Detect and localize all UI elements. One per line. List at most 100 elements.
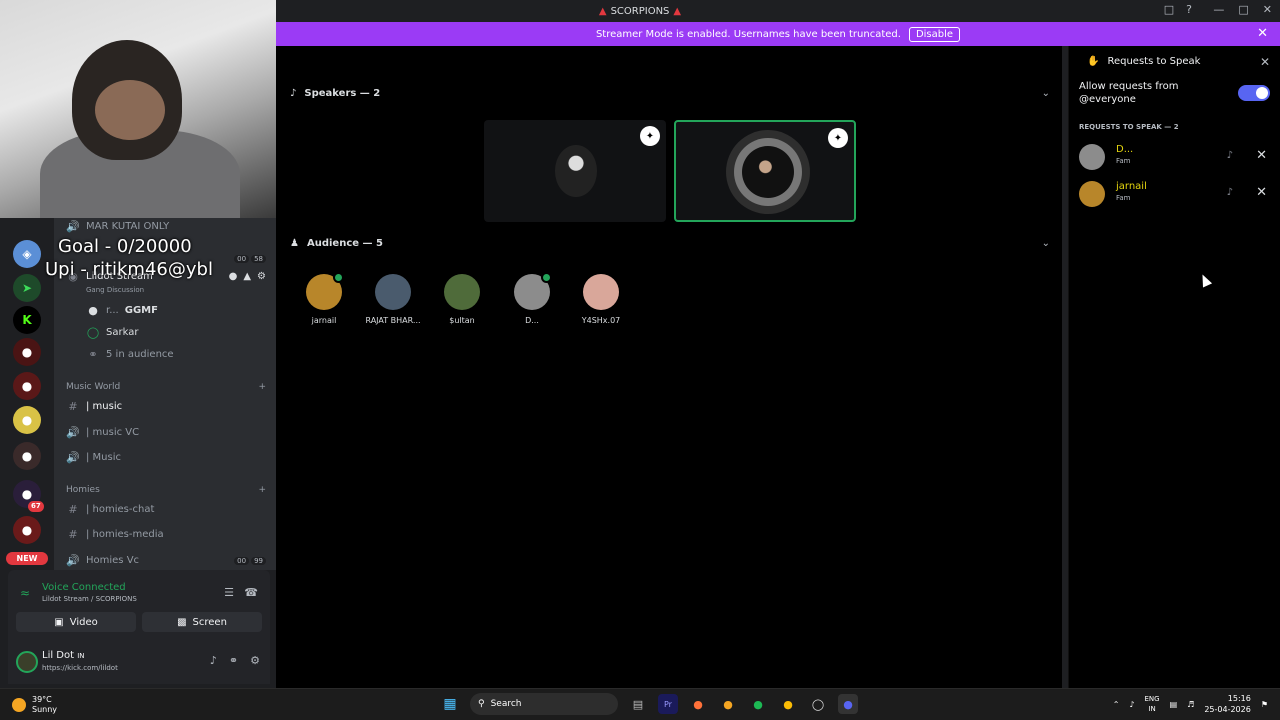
kick-server-icon[interactable]: K	[13, 306, 41, 334]
inbox-icon[interactable]: □	[1164, 3, 1174, 16]
invite-to-speak-icon[interactable]: ♪	[1227, 150, 1233, 161]
discord-icon[interactable]: ●	[838, 694, 858, 714]
server-icon[interactable]: ➤	[13, 274, 41, 302]
audience-count-row[interactable]: ⚭ 5 in audience	[86, 344, 276, 364]
custom-status: https://kick.com/lildot	[42, 664, 118, 672]
minimize-button[interactable]: —	[1213, 3, 1224, 16]
help-icon[interactable]: ?	[1186, 3, 1192, 16]
speakers-header[interactable]: ♪ Speakers — 2	[290, 88, 380, 99]
screen-share-icon: ▩	[177, 616, 187, 628]
gear-icon[interactable]: ⚙	[250, 654, 260, 667]
file-explorer-icon[interactable]: ▤	[628, 694, 648, 714]
channel-music-vc[interactable]: 🔊 | music VC	[66, 422, 266, 442]
webcam-person-face	[95, 80, 165, 140]
decline-icon[interactable]: ✕	[1256, 185, 1267, 200]
chevron-down-icon[interactable]: ⌄	[1042, 238, 1050, 249]
chat-icon[interactable]: ●	[229, 271, 238, 282]
notification-icon[interactable]: ⚑	[1261, 700, 1268, 709]
status-dot	[541, 272, 552, 283]
language-indicator[interactable]: ENG IN	[1145, 694, 1160, 714]
voice-connected-status[interactable]: Voice Connected	[42, 582, 126, 593]
video-button[interactable]: ▣ Video	[16, 612, 136, 632]
avatar-image	[742, 146, 794, 198]
request-row[interactable]: D... Fam ♪ ✕	[1079, 142, 1275, 172]
disconnect-icon[interactable]: ☎	[244, 586, 258, 599]
signal-icon[interactable]: ≈	[20, 586, 30, 600]
volume-icon[interactable]: ♬	[1187, 700, 1194, 709]
noise-suppression-icon[interactable]: ☰	[224, 586, 234, 599]
server-icon[interactable]: ●	[13, 516, 41, 544]
user-limit-pill: 99	[251, 556, 266, 565]
screen-share-button[interactable]: ▩ Screen	[142, 612, 262, 632]
microphone-icon: ♪	[290, 88, 297, 99]
speaker-icon: 🔊	[66, 450, 80, 464]
server-icon[interactable]: ●	[13, 338, 41, 366]
network-icon[interactable]: ▤	[1170, 700, 1178, 709]
speaker-icon: 🔊	[66, 219, 80, 233]
username[interactable]: Lil Dot IN	[42, 650, 85, 661]
audience-member[interactable]: D...	[497, 272, 567, 325]
allow-requests-toggle[interactable]	[1238, 85, 1270, 101]
category-music-world[interactable]: Music World +	[66, 382, 266, 392]
fl-studio-icon[interactable]: ●	[718, 694, 738, 714]
channel-music-stage[interactable]: 🔊 | Music	[66, 447, 266, 467]
voice-connection-panel: ≈ Voice Connected Lildot Stream / SCORPI…	[8, 570, 270, 640]
allow-requests-label: Allow requests from @everyone	[1079, 81, 1179, 105]
microphone-icon[interactable]: ♪	[1129, 700, 1134, 709]
scorpion-icon: ▲	[673, 5, 682, 17]
firefox-icon[interactable]: ●	[688, 694, 708, 714]
avatar[interactable]	[16, 651, 38, 673]
channel-homies-chat[interactable]: # | homies-chat	[66, 499, 266, 519]
clock[interactable]: 15:16 25-04-2026	[1204, 693, 1251, 715]
search-icon: ⚲	[478, 699, 485, 709]
voice-location[interactable]: Lildot Stream / SCORPIONS	[42, 595, 137, 603]
hash-icon: #	[68, 527, 78, 541]
add-channel-icon[interactable]: +	[258, 382, 266, 392]
disable-streamer-mode-button[interactable]: Disable	[908, 26, 961, 42]
status-dot	[333, 272, 344, 283]
obs-icon[interactable]: ◯	[808, 694, 828, 714]
windows-start-icon[interactable]: ▦	[440, 694, 460, 714]
speaker-tile-active[interactable]: ✦	[674, 120, 856, 222]
spotify-icon[interactable]: ●	[748, 694, 768, 714]
chevron-down-icon[interactable]: ⌄	[1042, 88, 1050, 99]
speaker-tile[interactable]: ✦	[484, 120, 666, 222]
server-icon[interactable]: ◈	[13, 240, 41, 268]
stage-speaker-row[interactable]: ● r... GGMF	[86, 300, 276, 320]
microphone-icon[interactable]: ♪	[210, 654, 217, 667]
audience-member[interactable]: $ultan	[427, 274, 497, 325]
server-icon[interactable]: ●	[13, 406, 41, 434]
channel-homies-media[interactable]: # | homies-media	[66, 524, 266, 544]
category-homies[interactable]: Homies +	[66, 485, 266, 495]
decline-icon[interactable]: ✕	[1256, 148, 1267, 163]
maximize-button[interactable]: □	[1238, 3, 1248, 16]
audience-header[interactable]: ♟ Audience — 5	[290, 238, 383, 249]
speaker-icon: 🔊	[66, 553, 80, 567]
invite-to-speak-icon[interactable]: ♪	[1227, 187, 1233, 198]
close-icon[interactable]: ✕	[1257, 26, 1268, 41]
audience-member[interactable]: RAJAT BHAR...	[358, 274, 428, 325]
add-channel-icon[interactable]: +	[258, 485, 266, 495]
server-icon[interactable]: ●	[13, 372, 41, 400]
weather-widget[interactable]: 39°C Sunny	[12, 695, 57, 715]
channel-mar-kutai[interactable]: 🔊 MAR KUTAI ONLY	[66, 218, 266, 236]
channel-homies-vc[interactable]: 🔊 Homies Vc 00 99	[66, 550, 266, 570]
request-row[interactable]: jarnail Fam ♪ ✕	[1079, 179, 1275, 209]
gear-icon[interactable]: ⚙	[257, 271, 266, 282]
stage-speaker-row[interactable]: ◯ Sarkar	[86, 322, 276, 342]
avatar	[375, 274, 411, 310]
taskbar: 39°C Sunny ▦ ⚲ Search ▤ Pr ● ● ● ● ◯ ● ⌃…	[0, 688, 1280, 720]
close-icon[interactable]: ✕	[1260, 55, 1270, 69]
close-window-button[interactable]: ✕	[1263, 3, 1272, 16]
user-count-pill: 00	[234, 255, 250, 263]
headphones-icon[interactable]: ⚭	[229, 654, 238, 667]
chevron-up-icon[interactable]: ⌃	[1113, 700, 1120, 709]
chrome-icon[interactable]: ●	[778, 694, 798, 714]
taskbar-search[interactable]: ⚲ Search	[470, 693, 618, 715]
audience-member[interactable]: Y4SHx.07	[566, 274, 636, 325]
audience-member[interactable]: jarnail	[289, 272, 359, 325]
invite-icon[interactable]: ▲	[243, 271, 251, 282]
channel-music[interactable]: # | music	[66, 396, 266, 416]
premiere-pro-icon[interactable]: Pr	[658, 694, 678, 714]
server-folder-icon[interactable]: ●	[13, 442, 41, 470]
